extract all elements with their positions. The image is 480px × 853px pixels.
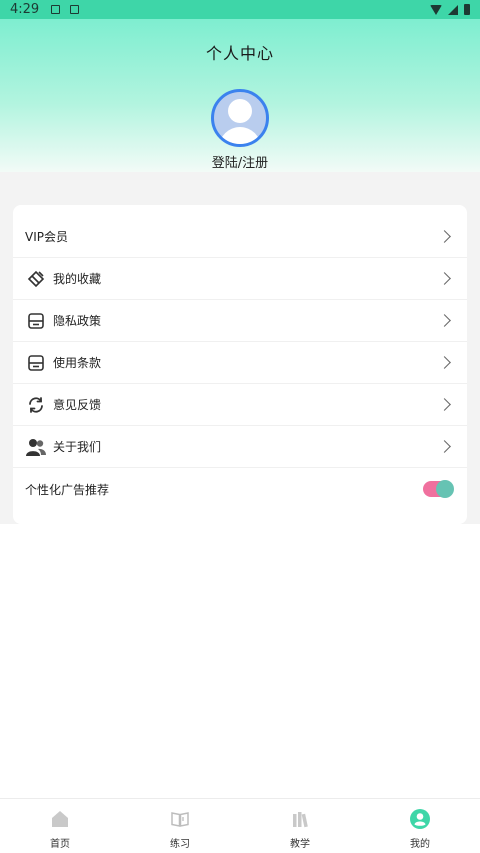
menu-item-privacy[interactable]: 隐私政策 xyxy=(13,300,467,342)
about-icon xyxy=(25,436,47,458)
menu-item-label: 使用条款 xyxy=(53,356,102,370)
status-bar: 4:29 xyxy=(0,0,480,19)
nav-label: 我的 xyxy=(410,839,430,850)
nav-label: 教学 xyxy=(290,839,310,850)
menu-item-label: 关于我们 xyxy=(53,440,102,454)
menu-item-feedback[interactable]: 意见反馈 xyxy=(13,384,467,426)
menu-item-vip[interactable]: VIP会员 xyxy=(13,216,467,258)
menu-card: VIP会员 我的收藏 隐私政策 使用条款 意见反馈 关于我们 个性化广告推荐 xyxy=(13,205,467,524)
battery-icon xyxy=(464,4,470,15)
ad-recommendation-row: 个性化广告推荐 xyxy=(13,468,467,510)
menu-item-label: 意见反馈 xyxy=(53,398,102,412)
terms-icon xyxy=(25,352,47,374)
menu-item-label: 我的收藏 xyxy=(53,272,102,286)
nav-item-home[interactable]: 首页 xyxy=(0,799,120,853)
menu-item-favorites[interactable]: 我的收藏 xyxy=(13,258,467,300)
home-icon xyxy=(50,809,70,829)
menu-item-label: 隐私政策 xyxy=(53,314,102,328)
login-register-link[interactable]: 登陆/注册 xyxy=(0,152,480,171)
nav-label: 练习 xyxy=(170,839,190,850)
profile-header: 个人中心 登陆/注册 xyxy=(0,19,480,172)
ad-recommendation-toggle[interactable] xyxy=(423,480,454,498)
chevron-right-icon xyxy=(438,272,451,285)
wifi-icon xyxy=(430,4,442,15)
avatar-head xyxy=(228,99,252,123)
signal-icon xyxy=(448,4,458,15)
nav-label: 首页 xyxy=(50,839,70,850)
privacy-icon xyxy=(25,310,47,332)
status-indicators xyxy=(430,4,470,15)
chevron-right-icon xyxy=(438,230,451,243)
gallery-notification-icon xyxy=(51,5,61,14)
chevron-right-icon xyxy=(438,398,451,411)
page-title: 个人中心 xyxy=(205,44,274,63)
menu-item-about[interactable]: 关于我们 xyxy=(13,426,467,468)
user-icon xyxy=(410,809,430,829)
feedback-icon xyxy=(25,394,47,416)
nav-item-teaching[interactable]: 教学 xyxy=(240,799,360,853)
menu-item-terms[interactable]: 使用条款 xyxy=(13,342,467,384)
chevron-right-icon xyxy=(438,314,451,327)
book-icon xyxy=(170,809,190,829)
status-time: 4:29 xyxy=(10,2,40,17)
bottom-navigation: 首页 练习 教学 我的 xyxy=(0,798,480,853)
toggle-knob xyxy=(436,480,454,498)
nav-item-practice[interactable]: 练习 xyxy=(120,799,240,853)
nav-item-mine[interactable]: 我的 xyxy=(360,799,480,853)
avatar-body xyxy=(219,127,261,144)
chevron-right-icon xyxy=(438,356,451,369)
chevron-right-icon xyxy=(438,440,451,453)
menu-item-label: VIP会员 xyxy=(25,230,68,244)
avatar[interactable] xyxy=(211,89,269,147)
ad-recommendation-label: 个性化广告推荐 xyxy=(25,482,110,497)
favorite-icon xyxy=(25,268,47,290)
books-icon xyxy=(290,809,310,829)
app-notification-icon xyxy=(70,5,80,14)
